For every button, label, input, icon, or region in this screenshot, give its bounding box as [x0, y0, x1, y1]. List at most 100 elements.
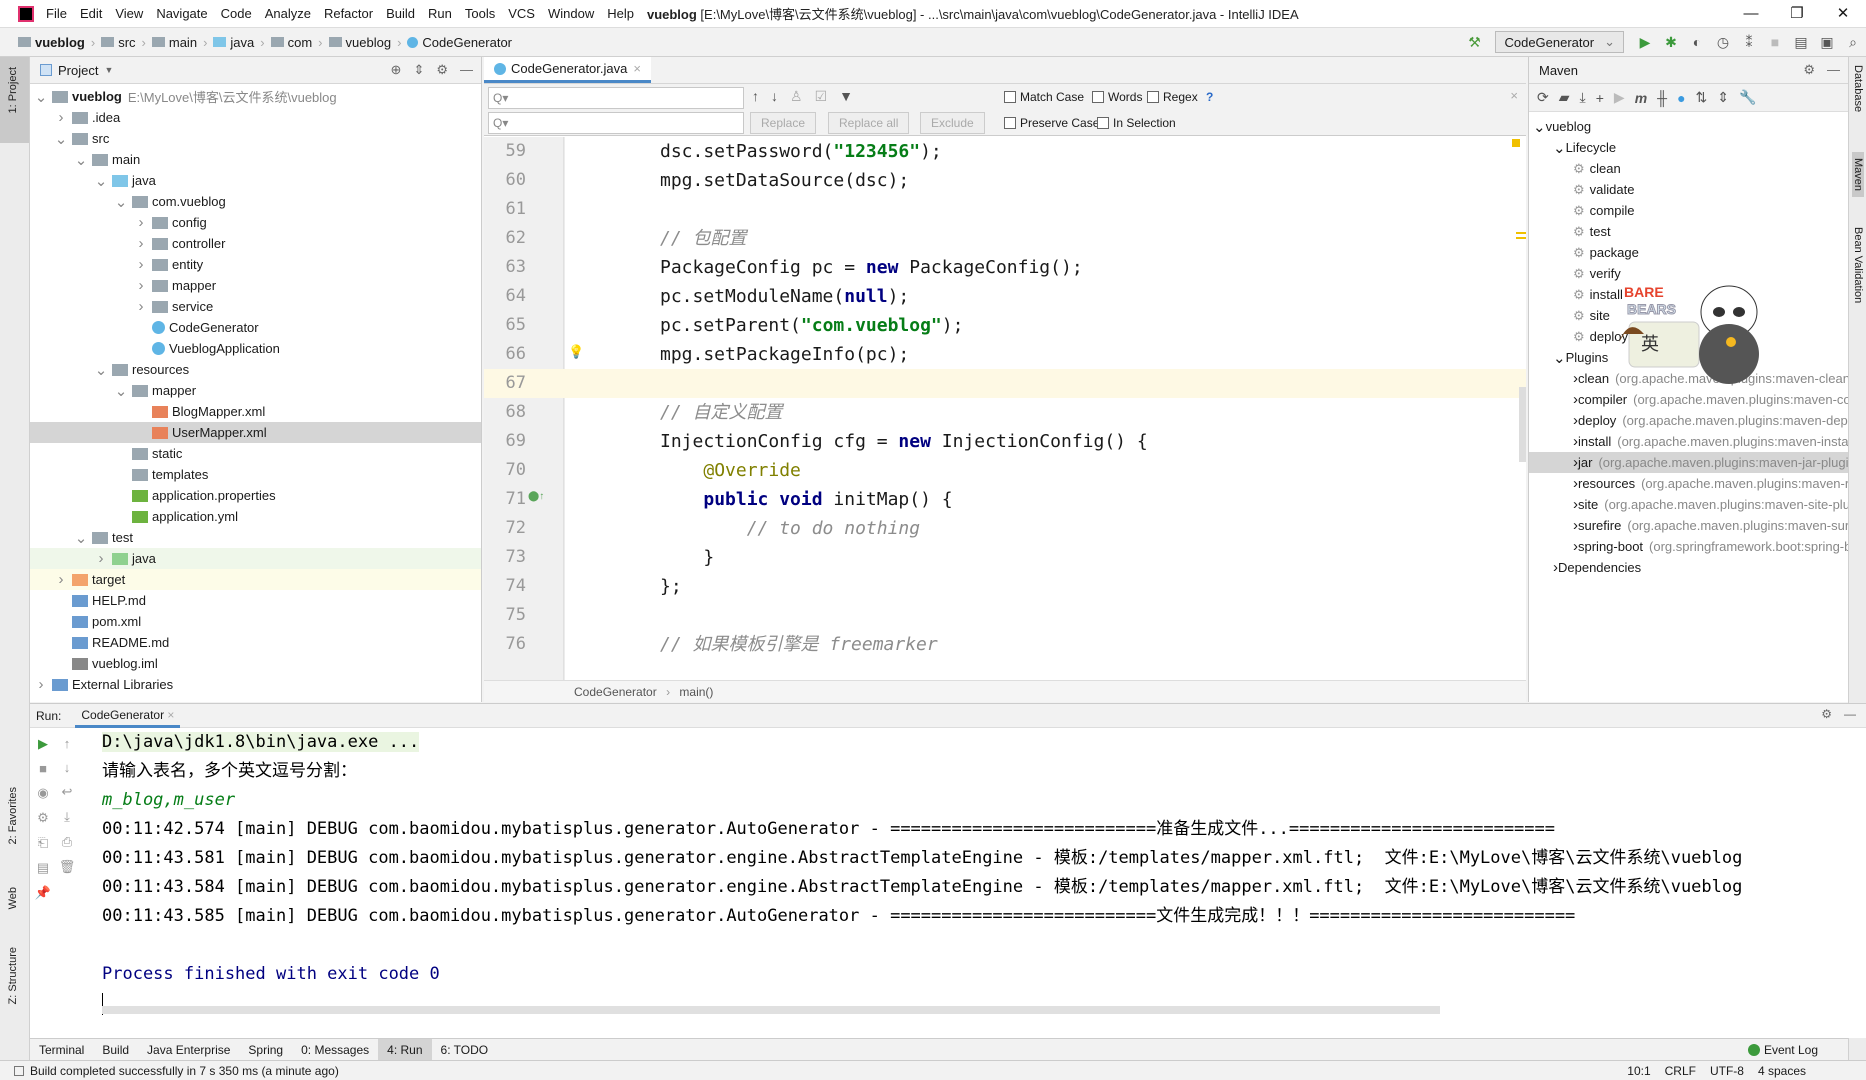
in-selection-checkbox[interactable]: In Selection: [1097, 116, 1176, 130]
favorites-tool-button[interactable]: 2: Favorites: [7, 787, 19, 844]
chevron-down-icon[interactable]: ⌄: [74, 151, 88, 169]
code-line[interactable]: 76 // 如果模板引擎是 freemarker: [484, 630, 1526, 659]
chevron-right-icon[interactable]: ›: [134, 214, 148, 231]
up-icon[interactable]: ↑: [64, 736, 71, 751]
settings-gear-icon[interactable]: ⚙: [1803, 62, 1815, 78]
file-encoding[interactable]: UTF-8: [1710, 1064, 1744, 1078]
structure-tool-button[interactable]: Z: Structure: [7, 947, 19, 1004]
maximize-button[interactable]: ❐: [1774, 0, 1820, 28]
breadcrumb-item[interactable]: java ›: [213, 35, 265, 50]
chevron-down-icon[interactable]: ⌄: [114, 193, 128, 211]
tree-item[interactable]: › External Libraries: [30, 674, 481, 695]
tree-item[interactable]: README.md: [30, 632, 481, 653]
chevron-right-icon[interactable]: ›: [134, 235, 148, 252]
show-dependencies-icon[interactable]: ⇅: [1696, 89, 1708, 106]
exclude-button[interactable]: Exclude: [920, 112, 985, 134]
chevron-down-icon[interactable]: ⌄: [54, 130, 68, 148]
soft-wrap-icon[interactable]: ↩: [62, 784, 73, 800]
database-tool-button[interactable]: Database: [1852, 65, 1864, 112]
tree-item[interactable]: ⌄ Lifecycle: [1529, 137, 1848, 158]
chevron-down-icon[interactable]: ⌄: [1553, 139, 1566, 157]
download-icon[interactable]: ⤓: [1580, 89, 1586, 106]
stop-icon[interactable]: ■: [1762, 34, 1788, 50]
project-view-select[interactable]: Project: [58, 63, 98, 78]
code-line[interactable]: 70 @Override: [484, 456, 1526, 485]
close-button[interactable]: ✕: [1820, 0, 1866, 28]
pin-icon[interactable]: 📌: [35, 885, 51, 901]
project-tool-button[interactable]: 1: Project: [7, 67, 19, 113]
toolwindow-4-run[interactable]: 4: Run: [378, 1038, 432, 1061]
breadcrumb-class[interactable]: CodeGenerator: [574, 685, 657, 699]
search-icon[interactable]: ⌕: [1840, 34, 1866, 51]
menu-refactor[interactable]: Refactor: [324, 6, 373, 21]
toolwindow-terminal[interactable]: Terminal: [30, 1039, 93, 1061]
bean-validation-tool-button[interactable]: Bean Validation: [1852, 227, 1864, 303]
console-output[interactable]: D:\java\jdk1.8\bin\java.exe ... 请输入表名，多个英…: [102, 728, 1846, 1028]
menu-analyze[interactable]: Analyze: [265, 6, 311, 21]
toolwindow-0-messages[interactable]: 0: Messages: [292, 1039, 378, 1061]
hide-panel-icon[interactable]: —: [460, 62, 473, 78]
tree-item[interactable]: ⌄ vueblog: [1529, 116, 1848, 137]
caret-position[interactable]: 10:1: [1627, 1064, 1650, 1078]
code-line[interactable]: 60 mpg.setDataSource(dsc);: [484, 166, 1526, 195]
scroll-to-end-icon[interactable]: ⤓: [64, 809, 70, 825]
chevron-right-icon[interactable]: ›: [134, 277, 148, 294]
tree-item[interactable]: application.properties: [30, 485, 481, 506]
line-separator[interactable]: CRLF: [1665, 1064, 1696, 1078]
replace-button[interactable]: Replace: [750, 112, 817, 134]
breadcrumb-item[interactable]: CodeGenerator: [407, 35, 512, 50]
preserve-case-checkbox[interactable]: Preserve Case: [1004, 116, 1099, 130]
toolwindow-spring[interactable]: Spring: [239, 1039, 292, 1061]
tree-item[interactable]: pom.xml: [30, 611, 481, 632]
tree-item[interactable]: ⌄ src: [30, 128, 481, 149]
execute-goal-icon[interactable]: m: [1635, 90, 1647, 106]
menu-window[interactable]: Window: [548, 6, 594, 21]
tree-item[interactable]: VueblogApplication: [30, 338, 481, 359]
tree-item[interactable]: › service: [30, 296, 481, 317]
menu-edit[interactable]: Edit: [80, 6, 102, 21]
breadcrumb-method[interactable]: main(): [679, 685, 713, 699]
chevron-down-icon[interactable]: ⌄: [94, 172, 108, 190]
console-horizontal-scrollbar[interactable]: [102, 1006, 1440, 1014]
skip-tests-icon[interactable]: ●: [1677, 90, 1685, 106]
tree-item[interactable]: application.yml: [30, 506, 481, 527]
tree-item[interactable]: › .idea: [30, 107, 481, 128]
tree-item[interactable]: › resources (org.apache.maven.plugins:mave…: [1529, 473, 1848, 494]
tree-item[interactable]: BlogMapper.xml: [30, 401, 481, 422]
previous-occurrence-icon[interactable]: ↑: [752, 88, 759, 105]
toolwindow-java-enterprise[interactable]: Java Enterprise: [138, 1039, 239, 1061]
maven-tool-button[interactable]: Maven: [1852, 152, 1864, 198]
code-line[interactable]: 74};: [484, 572, 1526, 601]
print-icon[interactable]: ⎙: [62, 834, 72, 850]
select-all-occurrences-icon[interactable]: ☑: [815, 88, 828, 105]
chevron-right-icon[interactable]: ›: [134, 256, 148, 273]
generate-sources-icon[interactable]: ▰: [1559, 89, 1570, 106]
run-tab[interactable]: CodeGenerator ×: [75, 704, 181, 728]
next-occurrence-icon[interactable]: ↓: [771, 88, 778, 105]
regex-checkbox[interactable]: Regex: [1147, 90, 1198, 104]
menu-code[interactable]: Code: [221, 6, 252, 21]
menu-vcs[interactable]: VCS: [508, 6, 535, 21]
tree-item[interactable]: › controller: [30, 233, 481, 254]
chevron-down-icon[interactable]: ⌄: [1533, 118, 1546, 136]
code-line[interactable]: 63 PackageConfig pc = new PackageConfig()…: [484, 253, 1526, 282]
debug-icon[interactable]: ✱: [1658, 34, 1684, 51]
menu-tools[interactable]: Tools: [465, 6, 495, 21]
tree-item[interactable]: UserMapper.xml: [30, 422, 481, 443]
tree-item[interactable]: › install (org.apache.maven.plugins:maven-…: [1529, 431, 1848, 452]
find-all-icon[interactable]: ♙: [790, 88, 803, 105]
toolwindow-build[interactable]: Build: [93, 1039, 138, 1061]
tree-item[interactable]: ⌄ vueblog E:\MyLove\博客\云文件系统\vueblog: [30, 86, 481, 107]
status-message[interactable]: Build completed successfully in 7 s 350 …: [30, 1064, 339, 1078]
tree-item[interactable]: ⌄ com.vueblog: [30, 191, 481, 212]
code-line[interactable]: 72 // to do nothing: [484, 514, 1526, 543]
code-line[interactable]: 66 mpg.setPackageInfo(pc);: [484, 340, 1526, 369]
run-icon[interactable]: ▶: [1614, 89, 1625, 106]
tree-item[interactable]: › target: [30, 569, 481, 590]
tree-item[interactable]: ⚙ validate: [1529, 179, 1848, 200]
collapse-all-icon[interactable]: ⇕: [1717, 89, 1729, 106]
code-line[interactable]: 67: [484, 369, 1526, 398]
chevron-down-icon[interactable]: ⌄: [1553, 349, 1566, 367]
menu-file[interactable]: File: [46, 6, 67, 21]
chevron-down-icon[interactable]: ⌄: [74, 529, 88, 547]
